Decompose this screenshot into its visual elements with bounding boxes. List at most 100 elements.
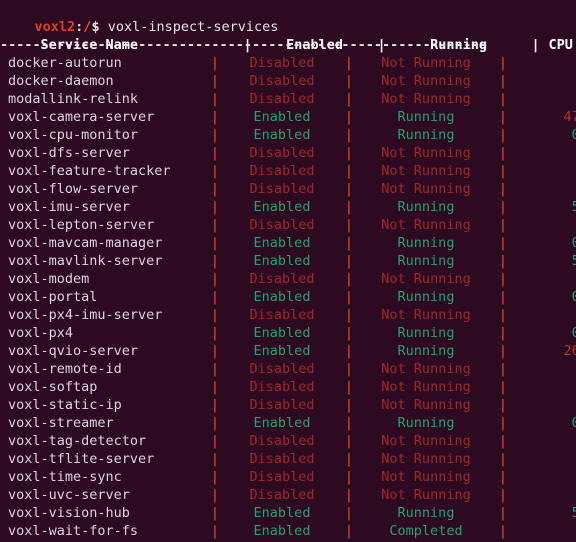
- table-row: voxl-camera-server | Enabled | Running | 47.4: [0, 108, 576, 126]
- table-row: voxl-tag-detector | Disabled | Not Running |: [0, 432, 576, 450]
- table-row: voxl-softap | Disabled | Not Running |: [0, 378, 576, 396]
- row-divider-1: |: [210, 469, 220, 485]
- row-divider-2: |: [344, 469, 354, 485]
- row-divider-3: |: [498, 433, 508, 449]
- table-row: docker-daemon | Disabled | Not Running |: [0, 72, 576, 90]
- running-status-cell: Not Running: [381, 469, 471, 485]
- enabled-status-cell: Disabled: [249, 91, 315, 107]
- table-row: voxl-uvc-server | Disabled | Not Running |: [0, 486, 576, 504]
- running-status-cell: Completed: [389, 523, 463, 539]
- running-status-cell: Running: [397, 109, 455, 125]
- enabled-status-cell: Disabled: [249, 73, 315, 89]
- row-divider-2: |: [344, 145, 354, 161]
- row-divider-2: |: [344, 523, 354, 539]
- table-row: voxl-remote-id | Disabled | Not Running |: [0, 360, 576, 378]
- service-name-cell: voxl-time-sync: [8, 469, 122, 485]
- service-name-cell: voxl-tflite-server: [8, 451, 155, 467]
- running-status-cell: Running: [397, 235, 455, 251]
- row-divider-3: |: [498, 397, 508, 413]
- terminal-window[interactable]: voxl2:/$ voxl-inspect-services Service N…: [0, 0, 576, 542]
- row-divider-1: |: [210, 289, 220, 305]
- row-divider-3: |: [498, 199, 508, 215]
- table-row: voxl-flow-server | Disabled | Not Running |: [0, 180, 576, 198]
- table-row: voxl-vision-hub | Enabled | Running | 5.3: [0, 504, 576, 522]
- service-name-cell: voxl-remote-id: [8, 361, 122, 377]
- table-row: voxl-dfs-server | Disabled | Not Running |: [0, 144, 576, 162]
- row-divider-1: |: [210, 433, 220, 449]
- row-divider-1: |: [210, 235, 220, 251]
- row-divider-1: |: [210, 307, 220, 323]
- enabled-status-cell: Disabled: [249, 433, 315, 449]
- running-status-cell: Running: [397, 289, 455, 305]
- service-name-cell: voxl-imu-server: [8, 199, 130, 215]
- row-divider-3: |: [498, 217, 508, 233]
- service-name-cell: voxl-mavlink-server: [8, 253, 163, 269]
- table-row: voxl-portal | Enabled | Running | 0.0: [0, 288, 576, 306]
- row-divider-2: |: [344, 433, 354, 449]
- running-status-cell: Not Running: [381, 451, 471, 467]
- table-row: voxl-tflite-server | Disabled | Not Running |: [0, 450, 576, 468]
- row-divider-1: |: [210, 451, 220, 467]
- row-divider-1: |: [210, 415, 220, 431]
- running-status-cell: Not Running: [381, 73, 471, 89]
- header-divider-3: |: [531, 37, 540, 53]
- running-status-cell: Not Running: [381, 145, 471, 161]
- running-status-cell: Not Running: [381, 271, 471, 287]
- enabled-status-cell: Disabled: [249, 145, 315, 161]
- row-divider-3: |: [498, 235, 508, 251]
- enabled-status-cell: Enabled: [253, 505, 311, 521]
- table-row: voxl-feature-tracker | Disabled | Not Runnin…: [0, 162, 576, 180]
- enabled-status-cell: Enabled: [253, 253, 311, 269]
- enabled-status-cell: Enabled: [253, 523, 311, 539]
- running-status-cell: Not Running: [381, 433, 471, 449]
- service-name-cell: voxl-modem: [8, 271, 90, 287]
- row-divider-2: |: [344, 91, 354, 107]
- row-divider-2: |: [344, 127, 354, 143]
- running-status-cell: Not Running: [381, 379, 471, 395]
- row-divider-2: |: [344, 163, 354, 179]
- enabled-status-cell: Enabled: [253, 199, 311, 215]
- row-divider-2: |: [344, 109, 354, 125]
- row-divider-3: |: [498, 343, 508, 359]
- row-divider-3: |: [498, 91, 508, 107]
- row-divider-1: |: [210, 271, 220, 287]
- cpu-usage-cell: 5.3: [571, 505, 576, 521]
- enabled-status-cell: Disabled: [249, 361, 315, 377]
- running-status-cell: Running: [397, 415, 455, 431]
- enabled-status-cell: Disabled: [249, 397, 315, 413]
- row-divider-3: |: [498, 361, 508, 377]
- enabled-status-cell: Enabled: [253, 289, 311, 305]
- service-name-cell: voxl-px4: [8, 325, 74, 341]
- row-divider-3: |: [498, 325, 508, 341]
- row-divider-1: |: [210, 109, 220, 125]
- row-divider-1: |: [210, 163, 220, 179]
- row-divider-3: |: [498, 289, 508, 305]
- table-row: voxl-wait-for-fs | Enabled | Completed |: [0, 522, 576, 540]
- service-name-cell: voxl-wait-for-fs: [8, 523, 139, 539]
- table-row: voxl-modem | Disabled | Not Running |: [0, 270, 576, 288]
- service-name-cell: docker-daemon: [8, 73, 114, 89]
- row-divider-1: |: [210, 127, 220, 143]
- service-name-cell: voxl-portal: [8, 289, 98, 305]
- row-divider-2: |: [344, 199, 354, 215]
- enabled-status-cell: Disabled: [249, 271, 315, 287]
- enabled-status-cell: Disabled: [249, 307, 315, 323]
- table-row: voxl-mavcam-manager | Enabled | Running | 0.0: [0, 234, 576, 252]
- row-divider-2: |: [344, 415, 354, 431]
- table-row: voxl-streamer | Enabled | Running | 0.0: [0, 414, 576, 432]
- table-row: voxl-qvio-server | Enabled | Running | 26.3: [0, 342, 576, 360]
- row-divider-2: |: [344, 271, 354, 287]
- row-divider-1: |: [210, 181, 220, 197]
- enabled-status-cell: Disabled: [249, 163, 315, 179]
- row-divider-2: |: [344, 361, 354, 377]
- row-divider-3: |: [498, 307, 508, 323]
- prompt-command: voxl-inspect-services: [99, 19, 279, 35]
- row-divider-3: |: [498, 379, 508, 395]
- cpu-usage-cell: 0.0: [571, 325, 576, 341]
- cpu-usage-cell: 26.3: [563, 343, 576, 359]
- service-name-cell: voxl-px4-imu-server: [8, 307, 163, 323]
- cpu-usage-cell: 5.3: [571, 199, 576, 215]
- cpu-usage-cell: 5.3: [571, 253, 576, 269]
- row-divider-2: |: [344, 379, 354, 395]
- table-row: voxl-px4-imu-server | Disabled | Not Running…: [0, 306, 576, 324]
